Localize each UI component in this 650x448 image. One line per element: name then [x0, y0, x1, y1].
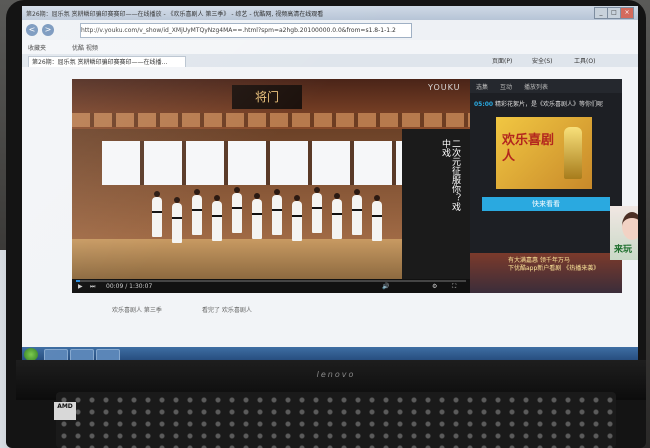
sidebar: 选集 互动 播放列表 05:00 精彩花絮片，是《欢乐喜剧人》等你们呢 欢乐喜剧…	[470, 79, 622, 293]
sidebar-ad[interactable]: 有大满嘉惠 领千年万马 下优酷app新户看剧 《热播来袭》	[470, 253, 622, 293]
page-menu[interactable]: 页面(P)	[492, 56, 512, 65]
performer	[352, 189, 362, 235]
monitor-brand: lenovo	[316, 370, 356, 379]
youku-logo: YOUKU	[428, 83, 461, 92]
window-title: 第26期：屈乐氛 赏耕鳞印骗印赛赛印——在线播放 - 《欢乐喜剧人 第三季》 -…	[26, 11, 324, 18]
ad-text: 有大满嘉惠 领千年万马 下优酷app新户看剧 《热播来袭》	[508, 257, 618, 277]
forward-button[interactable]: >	[42, 24, 54, 36]
info-text: 精彩花絮片，是《欢乐喜剧人》等你们呢	[495, 101, 604, 108]
speaker-grille	[56, 392, 616, 448]
play-icon[interactable]: ▶	[78, 283, 83, 290]
poster-title: 欢乐喜剧人	[502, 133, 555, 164]
performer	[212, 195, 222, 241]
stage-sign: 将门	[232, 85, 302, 109]
progress-fill	[76, 280, 80, 282]
next-icon[interactable]: ⏭	[90, 283, 95, 291]
progress-bar[interactable]	[76, 280, 466, 282]
performer	[252, 193, 262, 239]
address-bar[interactable]: http://v.youku.com/v_show/id_XMjUyMTQyNz…	[80, 23, 412, 38]
watch-button[interactable]: 快来看看	[482, 197, 610, 211]
performer	[372, 195, 382, 241]
volume-icon[interactable]: 🔊	[382, 283, 389, 290]
performer	[152, 191, 162, 237]
video-overlay-text: 二次元征服你？戏中戏	[440, 139, 460, 211]
performer	[192, 189, 202, 235]
monitor-screen: 第26期：屈乐氛 赏耕鳞印骗印赛赛印——在线播放 - 《欢乐喜剧人 第三季》 -…	[22, 6, 638, 362]
tools-menu[interactable]: 工具(O)	[574, 56, 595, 65]
browser-titlebar: 第26期：屈乐氛 赏耕鳞印骗印赛赛印——在线播放 - 《欢乐喜剧人 第三季》 -…	[22, 6, 638, 20]
favorites-button[interactable]: 收藏夹	[28, 43, 46, 52]
trophy-icon	[564, 127, 582, 179]
settings-icon[interactable]: ⚙	[432, 283, 437, 290]
tab-interact[interactable]: 互动	[500, 82, 512, 91]
avatar	[622, 212, 638, 240]
back-button[interactable]: <	[26, 24, 38, 36]
performer	[332, 193, 342, 239]
performer	[312, 187, 322, 233]
video-player[interactable]: 将门 YOUKU 二次元征服你？戏中戏 ▶ ⏭ 00:09 / 1:30:07 …	[72, 79, 470, 293]
sidebar-tabs: 选集 互动 播放列表	[470, 79, 622, 93]
favorites-bar: 收藏夹 优酷 视频	[22, 40, 638, 55]
close-button[interactable]: ×	[620, 7, 634, 19]
monitor-frame: 第26期：屈乐氛 赏耕鳞印骗印赛赛印——在线播放 - 《欢乐喜剧人 第三季》 -…	[6, 0, 646, 448]
sidebar-info: 05:00 精彩花絮片，是《欢乐喜剧人》等你们呢	[474, 99, 620, 111]
window-controls: _ □ ×	[594, 7, 634, 19]
player-controls: ▶ ⏭ 00:09 / 1:30:07 🔊 ⚙ ⛶	[72, 279, 470, 293]
performer	[232, 187, 242, 233]
tab-episodes[interactable]: 选集	[476, 82, 488, 91]
episode-title[interactable]: 欢乐喜剧人 第三季	[112, 305, 162, 314]
amd-sticker: AMD	[54, 402, 76, 420]
ceiling-beams	[72, 113, 470, 127]
stage-ceiling: 将门	[72, 79, 470, 129]
ad-line-1: 有大满嘉惠 领千年万马	[508, 257, 570, 264]
performer	[292, 195, 302, 241]
tab-playlist[interactable]: 播放列表	[524, 82, 548, 91]
below-player: 欢乐喜剧人 第三季 看完了 欢乐喜剧人	[72, 299, 470, 339]
fullscreen-icon[interactable]: ⛶	[452, 283, 456, 291]
stage-windows	[102, 141, 442, 185]
maximize-button[interactable]: □	[607, 7, 621, 19]
side-ad-label: 来玩	[614, 245, 633, 255]
time-display: 00:09 / 1:30:07	[106, 283, 153, 290]
favorite-item[interactable]: 优酷 视频	[72, 43, 98, 52]
minimize-button[interactable]: _	[594, 7, 608, 19]
info-time: 05:00	[474, 101, 494, 108]
show-poster[interactable]: 欢乐喜剧人	[496, 117, 592, 189]
episode-subtitle: 看完了 欢乐喜剧人	[202, 307, 252, 314]
page-content: 将门 YOUKU 二次元征服你？戏中戏 ▶ ⏭ 00:09 / 1:30:07 …	[22, 67, 638, 347]
side-ad-avatar[interactable]: 来玩	[610, 206, 638, 260]
performer	[272, 189, 282, 235]
performer	[172, 197, 182, 243]
ad-line-2: 下优酷app新户看剧 《热播来袭》	[508, 265, 600, 272]
safety-menu[interactable]: 安全(S)	[532, 56, 553, 65]
tab-bar: 第26期：屈乐氛 赏耕鳞印骗印赛赛印——在线播... 页面(P) 安全(S) 工…	[22, 54, 638, 68]
navigation-bar: < > http://v.youku.com/v_show/id_XMjUyMT…	[22, 20, 638, 41]
